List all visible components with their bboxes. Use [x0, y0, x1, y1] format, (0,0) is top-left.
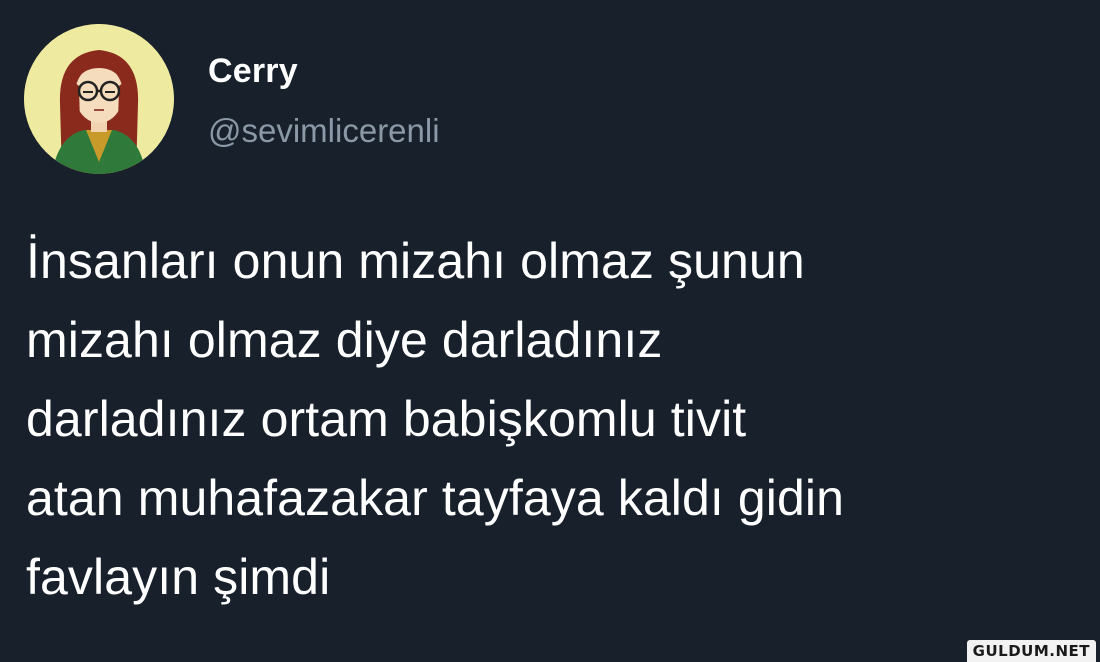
user-handle[interactable]: @sevimlicerenli — [208, 112, 440, 150]
tweet-text-line: mizahı olmaz diye darladınız — [26, 312, 663, 368]
display-name[interactable]: Cerry — [208, 52, 298, 91]
cartoon-avatar-icon — [24, 24, 174, 174]
tweet-card: Cerry @sevimlicerenli İnsanları onun miz… — [0, 0, 1100, 662]
tweet-text-line: darladınız ortam babişkomlu tivit — [26, 391, 747, 447]
site-watermark: GULDUM.NET — [966, 640, 1096, 662]
tweet-text: İnsanları onun mizahı olmaz şunun mizahı… — [26, 222, 1086, 617]
tweet-text-line: İnsanları onun mizahı olmaz şunun — [26, 233, 805, 289]
avatar[interactable] — [24, 24, 174, 174]
tweet-text-line: favlayın şimdi — [26, 549, 331, 605]
tweet-text-line: atan muhafazakar tayfaya kaldı gidin — [26, 470, 844, 526]
